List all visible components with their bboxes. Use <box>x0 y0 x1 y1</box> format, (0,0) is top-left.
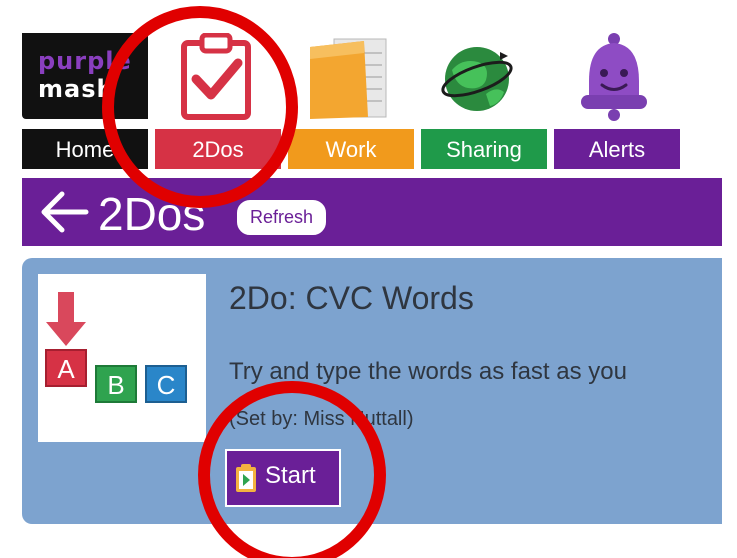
tab-sharing[interactable]: Sharing <box>421 129 547 169</box>
tab-home[interactable]: Home <box>22 129 148 169</box>
refresh-button[interactable]: Refresh <box>236 199 327 236</box>
globe-icon[interactable] <box>438 40 516 118</box>
todo-card[interactable]: A B C 2Do: CVC Words Try and type the wo… <box>22 258 722 524</box>
clipboard-check-icon[interactable] <box>178 33 254 121</box>
block-c-letter: C <box>157 370 176 400</box>
tab-work[interactable]: Work <box>288 129 414 169</box>
todo-title: 2Do: CVC Words <box>229 280 474 316</box>
logo-line-1: purple <box>38 47 132 75</box>
block-b-letter: B <box>107 370 124 400</box>
clipboard-play-icon <box>236 464 256 492</box>
block-a-letter: A <box>57 354 75 384</box>
folder-icon[interactable] <box>306 33 396 121</box>
start-button-label: Start <box>265 462 316 489</box>
logo-line-2: mash <box>38 75 115 103</box>
back-arrow-icon[interactable] <box>38 188 90 236</box>
page-header: 2Dos Refresh <box>22 178 722 246</box>
bell-alert-icon[interactable] <box>575 31 653 121</box>
abc-blocks-icon: A B C <box>38 274 206 442</box>
todo-set-by: (Set by: Miss Nuttall) <box>229 408 414 430</box>
tab-2dos[interactable]: 2Dos <box>155 129 281 169</box>
tab-alerts[interactable]: Alerts <box>554 129 680 169</box>
page-title: 2Dos <box>98 188 206 240</box>
start-button[interactable]: Start <box>225 449 341 507</box>
purple-mash-logo[interactable]: purple mash <box>22 33 148 119</box>
todo-description: Try and type the words as fast as you <box>229 358 627 385</box>
